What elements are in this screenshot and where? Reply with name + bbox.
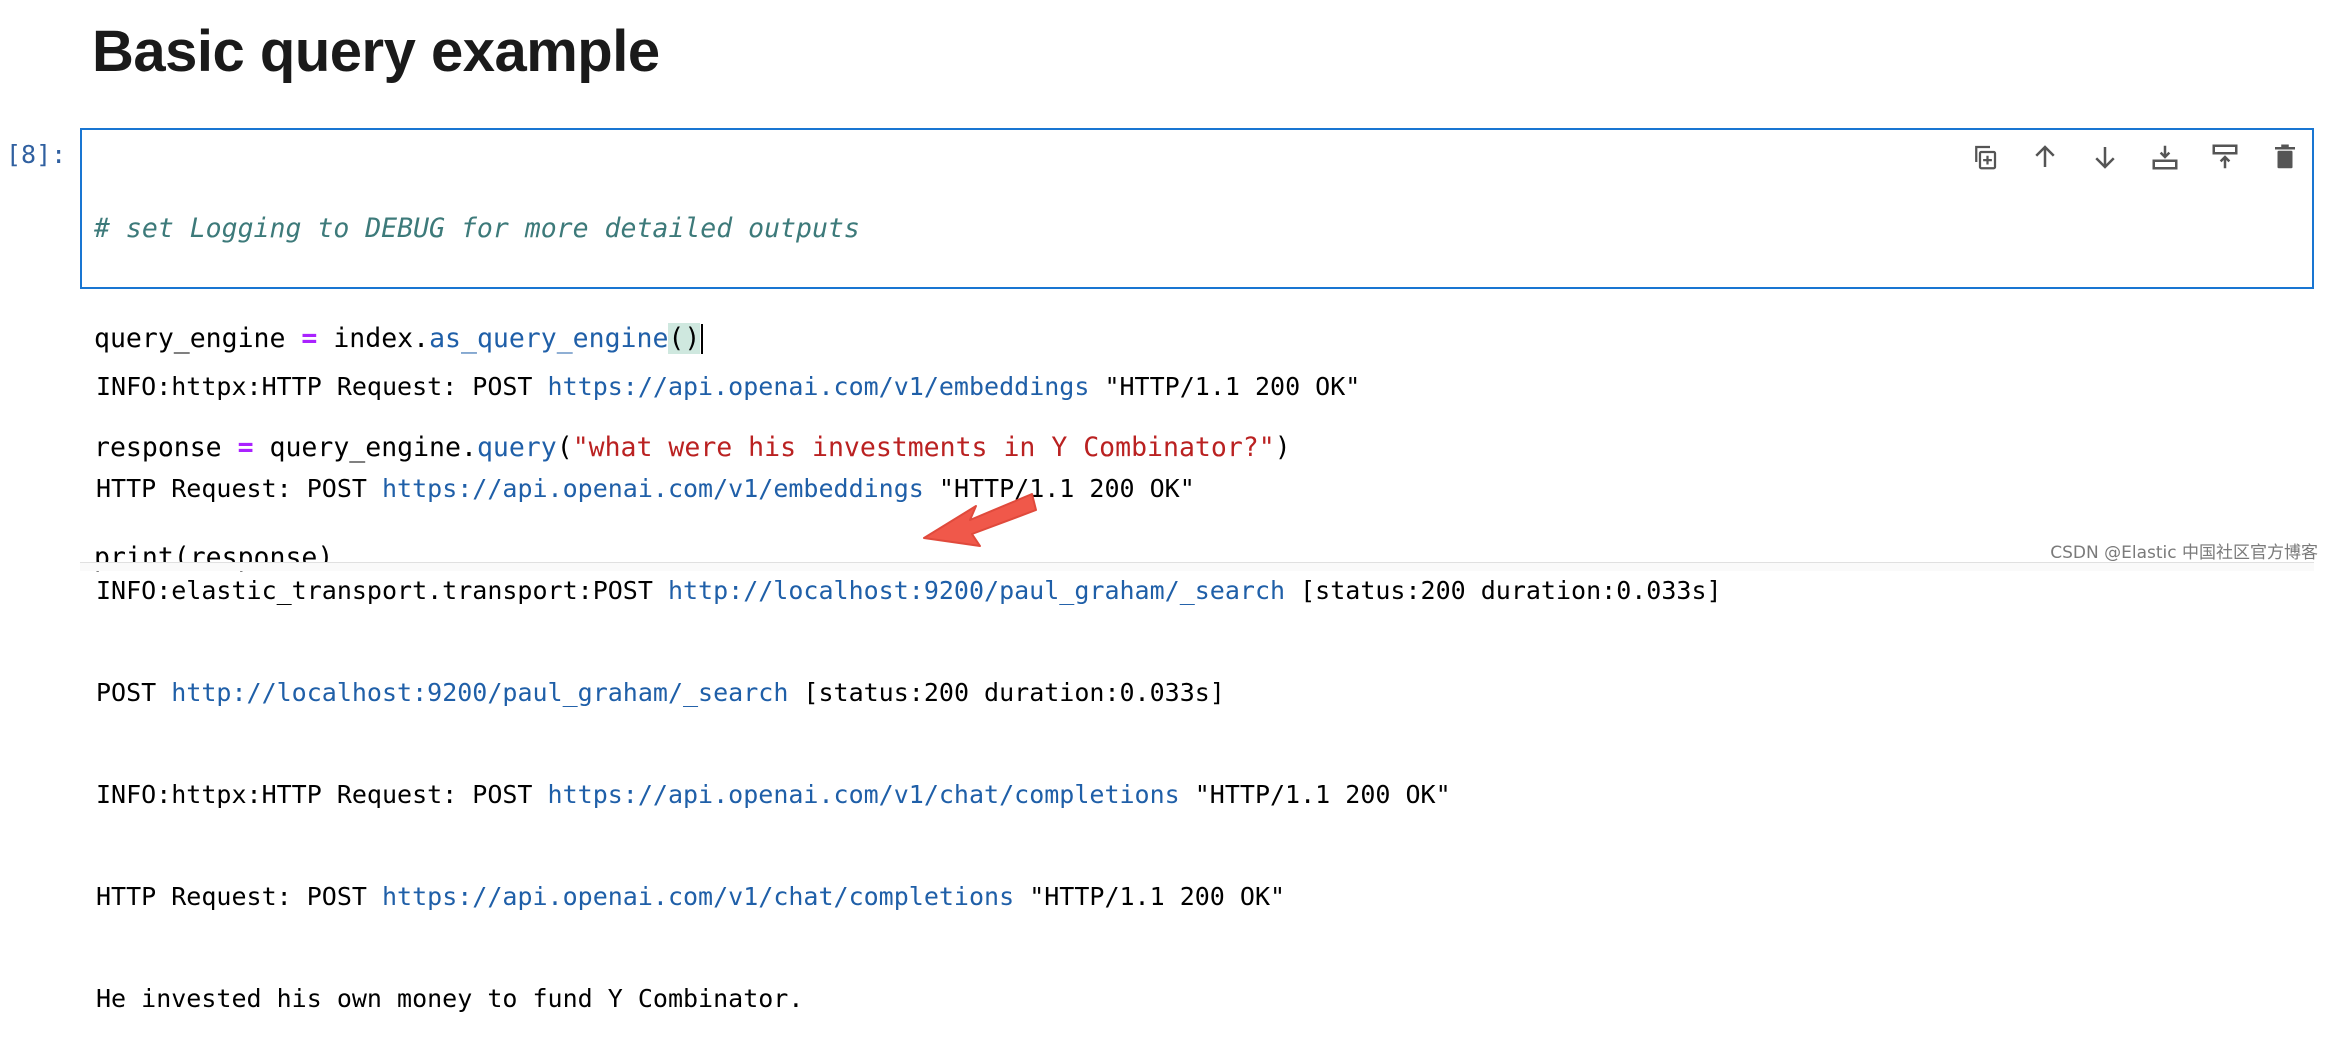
output-text: "HTTP/1.1 200 OK" (1014, 882, 1286, 911)
output-text: INFO:elastic_transport.transport:POST (96, 576, 668, 605)
output-text: "HTTP/1.1 200 OK" (1089, 372, 1361, 401)
cell-output: INFO:httpx:HTTP Request: POST https://ap… (96, 302, 1722, 1050)
output-line: POST http://localhost:9200/paul_graham/_… (96, 676, 1722, 710)
execution-count: [8]: (6, 140, 67, 169)
output-text: INFO:httpx:HTTP Request: POST (96, 780, 548, 809)
output-line: INFO:httpx:HTTP Request: POST https://ap… (96, 778, 1722, 812)
output-link[interactable]: https://api.openai.com/v1/embeddings (548, 372, 1090, 401)
output-link[interactable]: https://api.openai.com/v1/chat/completio… (548, 780, 1180, 809)
output-text: "HTTP/1.1 200 OK" (1179, 780, 1451, 809)
code-cell[interactable]: # set Logging to DEBUG for more detailed… (80, 128, 2314, 573)
output-text: HTTP Request: POST (96, 882, 382, 911)
move-down-button[interactable] (2086, 138, 2124, 176)
move-up-button[interactable] (2026, 138, 2064, 176)
watermark: CSDN @Elastic 中国社区官方博客 (2050, 543, 2318, 563)
copy-icon (1975, 145, 1997, 170)
answer-line: He invested his own money to fund Y Comb… (96, 984, 804, 1013)
output-link[interactable]: https://api.openai.com/v1/chat/completio… (382, 882, 1014, 911)
output-text: POST (96, 678, 172, 707)
arrow-up-icon (2035, 145, 2055, 167)
duplicate-cell-button[interactable] (1966, 138, 2004, 176)
code-comment: # set Logging to DEBUG for more detailed… (94, 213, 860, 244)
insert-below-icon (2212, 144, 2238, 169)
output-text: [status:200 duration:0.033s] (788, 678, 1225, 707)
output-link[interactable]: http://localhost:9200/paul_graham/_searc… (171, 678, 788, 707)
output-line: HTTP Request: POST https://api.openai.co… (96, 472, 1722, 506)
output-text: HTTP Request: POST (96, 474, 382, 503)
output-link[interactable]: http://localhost:9200/paul_graham/_searc… (668, 576, 1285, 605)
arrow-down-icon (2095, 147, 2115, 169)
page-title: Basic query example (92, 19, 660, 84)
delete-cell-button[interactable] (2266, 138, 2304, 176)
output-line: INFO:elastic_transport.transport:POST ht… (96, 574, 1722, 608)
insert-below-button[interactable] (2206, 138, 2244, 176)
output-line: INFO:httpx:HTTP Request: POST https://ap… (96, 370, 1722, 404)
insert-above-icon (2152, 145, 2178, 170)
output-line: HTTP Request: POST https://api.openai.co… (96, 880, 1722, 914)
cell-toolbar (1966, 138, 2304, 176)
output-text: [status:200 duration:0.033s] (1285, 576, 1722, 605)
code-line-1: # set Logging to DEBUG for more detailed… (94, 211, 1291, 248)
insert-above-button[interactable] (2146, 138, 2184, 176)
annotation-arrow-icon (923, 493, 1037, 547)
output-link[interactable]: https://api.openai.com/v1/embeddings (382, 474, 924, 503)
trash-icon (2275, 144, 2295, 169)
output-text: INFO:httpx:HTTP Request: POST (96, 372, 548, 401)
